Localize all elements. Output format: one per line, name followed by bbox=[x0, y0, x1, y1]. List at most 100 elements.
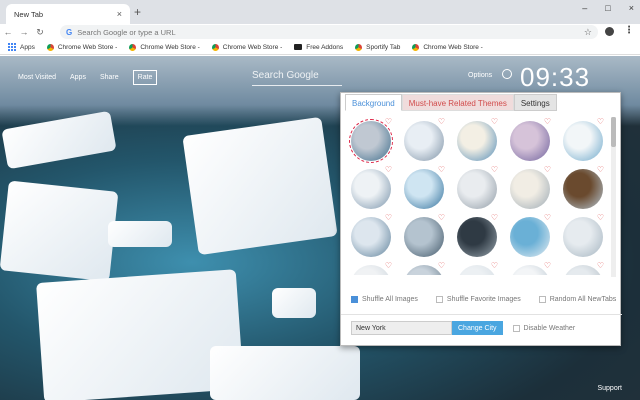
random-newtabs-option[interactable]: Random All NewTabs bbox=[538, 296, 616, 303]
bookmark-chrome-store-2[interactable]: Chrome Web Store - bbox=[129, 43, 200, 51]
minimize-icon[interactable]: – bbox=[582, 3, 587, 13]
menu-dots-icon[interactable]: ⋮ bbox=[624, 25, 634, 36]
profile-avatar-icon[interactable] bbox=[605, 27, 614, 36]
background-thumbnail[interactable]: ♡ bbox=[504, 165, 555, 213]
tab-settings[interactable]: Settings bbox=[513, 94, 557, 111]
favorite-heart-icon[interactable]: ♡ bbox=[385, 117, 392, 126]
thumbnail-image[interactable] bbox=[351, 217, 391, 257]
background-thumbnail[interactable]: ♡ bbox=[398, 213, 449, 261]
bookmark-star-icon[interactable]: ☆ bbox=[584, 27, 592, 38]
grid-scroll-thumb[interactable] bbox=[611, 117, 616, 147]
search-input[interactable]: Search Google bbox=[252, 70, 342, 86]
bookmark-sportify-tab[interactable]: Sportify Tab bbox=[355, 43, 400, 51]
thumbnail-image[interactable] bbox=[351, 169, 391, 209]
favorite-heart-icon[interactable]: ♡ bbox=[385, 261, 392, 270]
omnibox-placeholder[interactable]: Search Google or type a URL bbox=[77, 28, 584, 37]
bookmark-free-addons[interactable]: Free Addons bbox=[294, 44, 343, 51]
favorite-heart-icon[interactable]: ♡ bbox=[438, 165, 445, 174]
thumbnail-image[interactable] bbox=[349, 119, 393, 163]
background-thumbnail[interactable]: ♡ bbox=[345, 165, 396, 213]
background-thumbnail[interactable]: ♡ bbox=[451, 165, 502, 213]
grid-scrollbar[interactable] bbox=[611, 117, 616, 277]
new-tab-button[interactable]: + bbox=[134, 5, 141, 19]
tab-related-themes[interactable]: Must-have Related Themes bbox=[401, 94, 514, 111]
disable-weather-checkbox[interactable] bbox=[512, 324, 520, 332]
background-thumbnail[interactable]: ♡ bbox=[345, 213, 396, 261]
shuffle-all-checkbox[interactable] bbox=[351, 296, 358, 303]
favorite-heart-icon[interactable]: ♡ bbox=[544, 213, 551, 222]
thumbnail-image[interactable] bbox=[457, 121, 497, 161]
favorite-heart-icon[interactable]: ♡ bbox=[597, 117, 604, 126]
rate-button[interactable]: Rate bbox=[132, 70, 158, 85]
thumbnail-image[interactable] bbox=[404, 121, 444, 161]
thumbnail-image[interactable] bbox=[563, 217, 603, 257]
favorite-heart-icon[interactable]: ♡ bbox=[438, 261, 445, 270]
shuffle-all-option[interactable]: Shuffle All Images bbox=[351, 296, 418, 303]
bookmark-chrome-store-1[interactable]: Chrome Web Store - bbox=[46, 43, 117, 51]
forward-icon[interactable]: → bbox=[16, 27, 32, 37]
favorite-heart-icon[interactable]: ♡ bbox=[438, 213, 445, 222]
options-gear-icon[interactable] bbox=[502, 69, 512, 79]
background-thumbnail[interactable]: ♡ bbox=[451, 261, 502, 275]
background-thumbnail[interactable]: ♡ bbox=[504, 117, 555, 165]
favorite-heart-icon[interactable]: ♡ bbox=[544, 117, 551, 126]
tab-background[interactable]: Background bbox=[345, 94, 402, 111]
background-thumbnail[interactable]: ♡ bbox=[504, 213, 555, 261]
favorite-heart-icon[interactable]: ♡ bbox=[438, 117, 445, 126]
back-icon[interactable]: ← bbox=[0, 27, 16, 37]
background-thumbnail[interactable]: ♡ bbox=[345, 261, 396, 275]
browser-tab[interactable]: New Tab × bbox=[6, 4, 130, 24]
shuffle-favorite-option[interactable]: Shuffle Favorite Images bbox=[435, 296, 521, 303]
favorite-heart-icon[interactable]: ♡ bbox=[597, 213, 604, 222]
bookmark-apps[interactable]: Apps bbox=[8, 43, 35, 51]
thumbnail-image[interactable] bbox=[404, 217, 444, 257]
bookmark-label: Chrome Web Store - bbox=[222, 43, 283, 51]
favorite-heart-icon[interactable]: ♡ bbox=[491, 213, 498, 222]
thumbnail-image[interactable] bbox=[457, 217, 497, 257]
favorite-heart-icon[interactable]: ♡ bbox=[544, 165, 551, 174]
favorite-heart-icon[interactable]: ♡ bbox=[491, 165, 498, 174]
background-thumbnail[interactable]: ♡ bbox=[557, 213, 608, 261]
thumbnail-image[interactable] bbox=[457, 169, 497, 209]
options-link[interactable]: Options bbox=[468, 72, 492, 79]
background-thumbnail[interactable]: ♡ bbox=[451, 213, 502, 261]
share-link[interactable]: Share bbox=[100, 74, 119, 85]
favorite-heart-icon[interactable]: ♡ bbox=[597, 261, 604, 270]
omnibox[interactable]: G Search Google or type a URL ☆ bbox=[60, 25, 598, 39]
most-visited-link[interactable]: Most Visited bbox=[18, 74, 56, 85]
bookmark-chrome-store-3[interactable]: Chrome Web Store - bbox=[211, 43, 283, 51]
city-input[interactable] bbox=[351, 321, 452, 335]
reload-icon[interactable]: ↻ bbox=[32, 27, 48, 38]
background-thumbnail[interactable]: ♡ bbox=[345, 117, 396, 165]
disable-weather-option[interactable]: Disable Weather bbox=[512, 324, 575, 332]
background-thumbnail[interactable]: ♡ bbox=[398, 261, 449, 275]
background-thumbnail[interactable]: ♡ bbox=[398, 165, 449, 213]
bookmark-chrome-store-4[interactable]: Chrome Web Store - bbox=[412, 43, 483, 51]
close-tab-icon[interactable]: × bbox=[117, 9, 122, 19]
thumbnail-image[interactable] bbox=[510, 121, 550, 161]
background-thumbnail[interactable]: ♡ bbox=[504, 261, 555, 275]
apps-link[interactable]: Apps bbox=[70, 74, 86, 85]
background-thumbnail[interactable]: ♡ bbox=[557, 165, 608, 213]
thumbnail-image[interactable] bbox=[404, 169, 444, 209]
background-thumbnail[interactable]: ♡ bbox=[557, 261, 608, 275]
maximize-icon[interactable]: □ bbox=[605, 3, 610, 13]
favorite-heart-icon[interactable]: ♡ bbox=[597, 165, 604, 174]
change-city-button[interactable]: Change City bbox=[452, 321, 503, 335]
thumbnail-image[interactable] bbox=[510, 169, 550, 209]
support-link[interactable]: Support bbox=[597, 385, 622, 392]
favorite-heart-icon[interactable]: ♡ bbox=[544, 261, 551, 270]
thumbnail-image[interactable] bbox=[563, 121, 603, 161]
favorite-heart-icon[interactable]: ♡ bbox=[385, 213, 392, 222]
thumbnail-image[interactable] bbox=[563, 169, 603, 209]
background-thumbnail[interactable]: ♡ bbox=[451, 117, 502, 165]
favorite-heart-icon[interactable]: ♡ bbox=[385, 165, 392, 174]
window-close-icon[interactable]: × bbox=[629, 3, 634, 13]
background-thumbnail[interactable]: ♡ bbox=[557, 117, 608, 165]
favorite-heart-icon[interactable]: ♡ bbox=[491, 117, 498, 126]
favorite-heart-icon[interactable]: ♡ bbox=[491, 261, 498, 270]
random-newtabs-checkbox[interactable] bbox=[538, 296, 546, 303]
background-thumbnail[interactable]: ♡ bbox=[398, 117, 449, 165]
shuffle-favorite-checkbox[interactable] bbox=[435, 296, 443, 303]
thumbnail-image[interactable] bbox=[510, 217, 550, 257]
